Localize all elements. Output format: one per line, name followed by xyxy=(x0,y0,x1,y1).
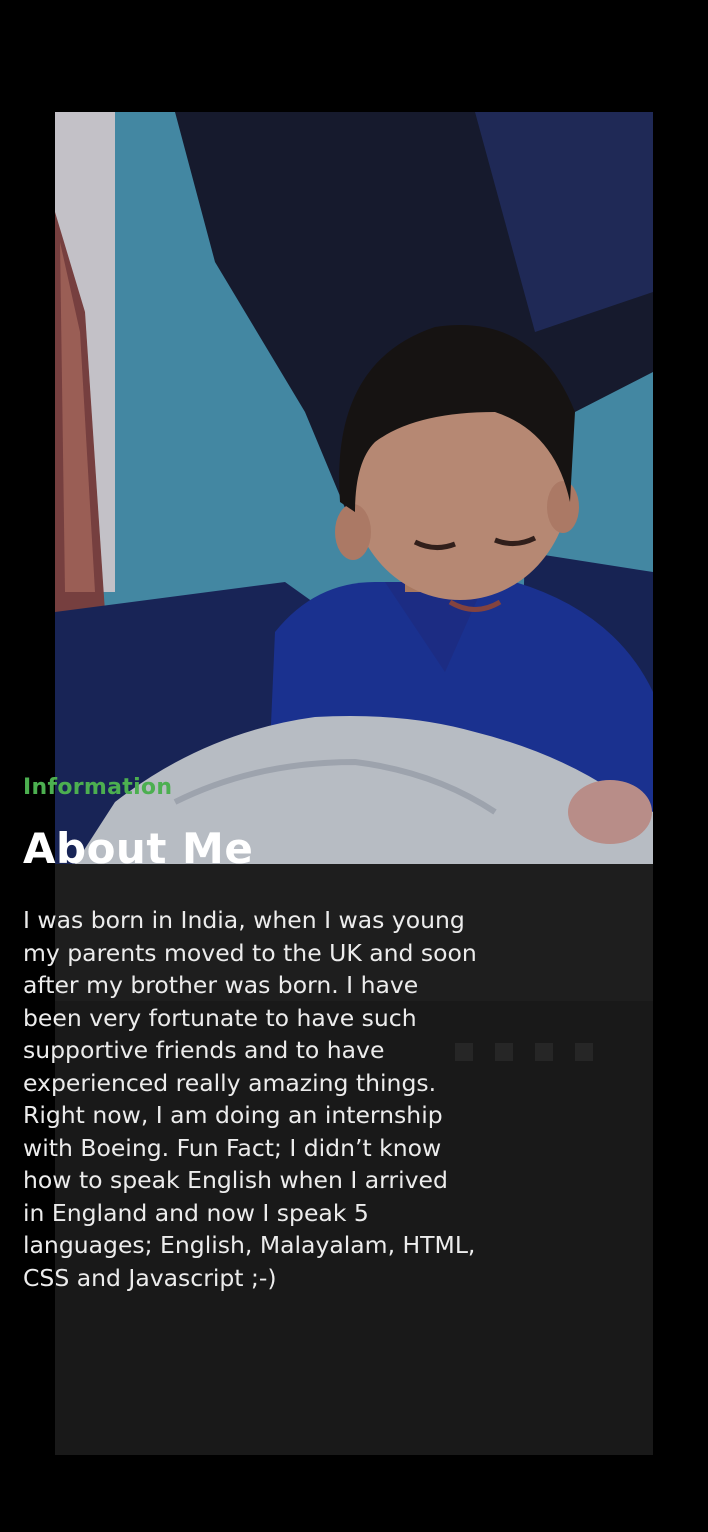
section-eyebrow: Information xyxy=(23,775,173,800)
pagination-dots xyxy=(455,1043,593,1061)
profile-photo-image xyxy=(55,112,653,864)
pagination-dot[interactable] xyxy=(535,1043,553,1061)
pagination-dot[interactable] xyxy=(495,1043,513,1061)
page-title: About Me xyxy=(23,824,254,873)
profile-photo xyxy=(55,112,653,864)
pagination-dot[interactable] xyxy=(575,1043,593,1061)
bio-text: I was born in India, when I was young my… xyxy=(23,906,477,1292)
pagination-dot[interactable] xyxy=(455,1043,473,1061)
